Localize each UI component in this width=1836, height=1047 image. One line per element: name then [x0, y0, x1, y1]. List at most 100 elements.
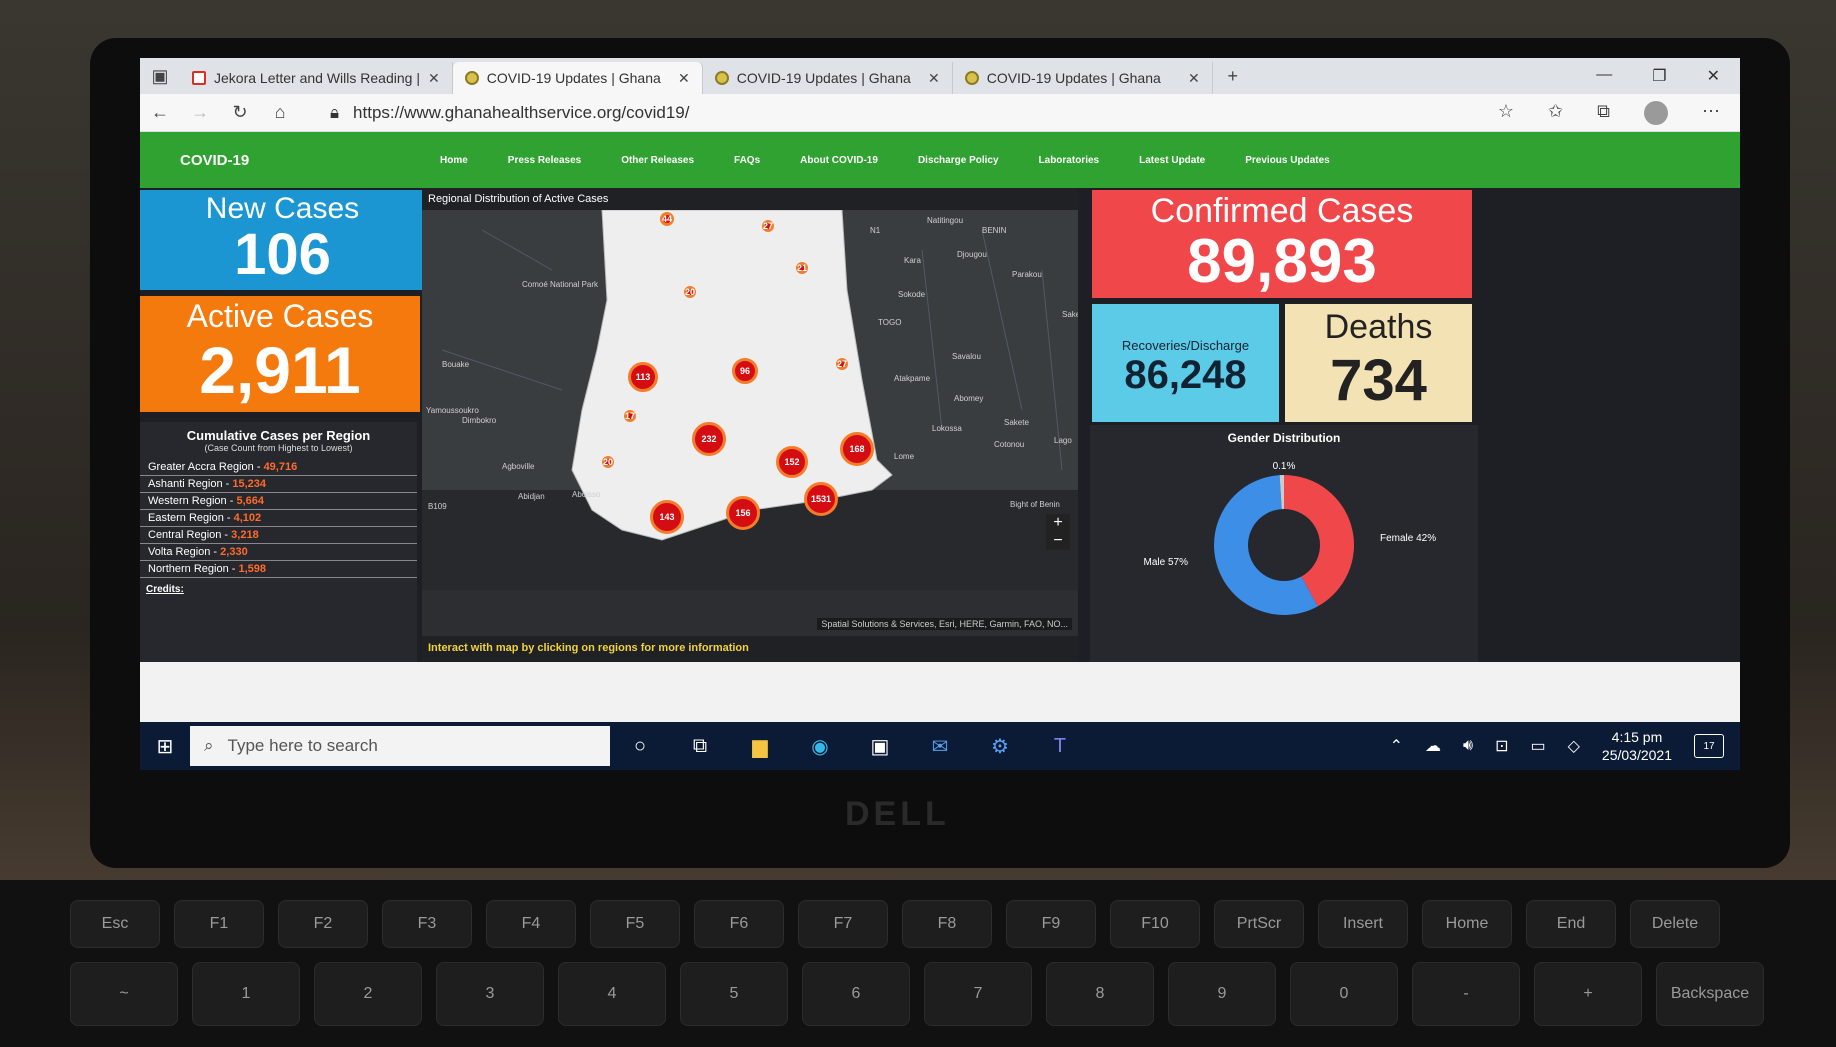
active-cases-tile: Active Cases 2,911 [140, 296, 420, 412]
notifications-icon[interactable]: 17 [1694, 734, 1724, 758]
mail-icon[interactable]: ✉ [910, 734, 970, 759]
region-row[interactable]: Eastern Region - 4,102 [140, 510, 417, 527]
tab-3[interactable]: COVID-19 Updates | Ghana ✕ [953, 62, 1213, 94]
close-icon[interactable]: ✕ [678, 70, 690, 87]
add-favorite-icon[interactable]: ☆ [1498, 101, 1514, 125]
close-icon[interactable]: ✕ [428, 70, 440, 87]
url-field[interactable]: 🔒︎ https://www.ghanahealthservice.org/co… [330, 103, 1370, 123]
collections-icon[interactable]: ⧉ [1597, 101, 1610, 125]
settings-app-icon[interactable]: ⚙ [970, 734, 1030, 759]
close-icon[interactable]: ✕ [1188, 70, 1200, 87]
nav-links: Home Press Releases Other Releases FAQs Abou… [440, 155, 1330, 166]
close-icon[interactable]: ✕ [928, 70, 940, 87]
case-cluster[interactable]: 232 [692, 422, 726, 456]
case-cluster[interactable]: 143 [650, 500, 684, 534]
case-cluster[interactable]: 156 [726, 496, 760, 530]
new-cases-tile: New Cases 106 [140, 190, 425, 290]
map-place-label: Agboville [502, 462, 535, 471]
forward-icon[interactable]: → [180, 102, 220, 123]
edge-icon[interactable]: ◉ [790, 734, 850, 759]
case-cluster[interactable]: 113 [628, 362, 658, 392]
nav-link[interactable]: Latest Update [1139, 155, 1205, 166]
minimize-icon[interactable]: — [1596, 66, 1612, 86]
case-cluster[interactable]: 27 [762, 220, 774, 232]
windows-start-icon[interactable]: ⊞ [140, 734, 190, 759]
case-cluster[interactable]: 20 [602, 456, 614, 468]
volume-icon[interactable]: 🔊︎ [1463, 737, 1473, 755]
region-row[interactable]: Greater Accra Region - 49,716 [140, 459, 417, 476]
ghs-icon [714, 71, 729, 85]
map-place-label: B109 [428, 502, 447, 511]
taskbar-search[interactable]: ⌕ Type here to search [190, 726, 610, 766]
region-row[interactable]: Volta Region - 2,330 [140, 544, 417, 561]
restore-icon[interactable]: ❐ [1652, 66, 1666, 86]
clock-date: 25/03/2021 [1601, 747, 1672, 763]
zoom-in-icon[interactable]: + [1046, 514, 1070, 532]
store-icon[interactable]: ▣ [850, 734, 910, 759]
region-row[interactable]: Western Region - 5,664 [140, 493, 417, 510]
keyboard-key: F9 [1006, 900, 1096, 948]
chevron-up-icon[interactable]: ⌃ [1390, 736, 1403, 756]
teams-icon[interactable]: T [1030, 735, 1090, 758]
new-tab-icon[interactable]: + [1213, 66, 1253, 87]
nav-link[interactable]: About COVID-19 [800, 155, 878, 166]
nav-link[interactable]: Discharge Policy [918, 155, 999, 166]
keyboard: Esc F1 F2 F3 F4 F5 F6 F7 F8 F9 F10 PrtScr Insert Home… [0, 880, 1836, 1047]
tab-0[interactable]: Jekora Letter and Wills Reading | ✕ [180, 62, 453, 94]
gender-donut-chart[interactable]: Female 42% Male 57% 0.1% [1090, 445, 1478, 645]
close-window-icon[interactable]: ✕ [1707, 66, 1720, 86]
keyboard-key: F6 [694, 900, 784, 948]
battery-icon[interactable]: ▭ [1530, 736, 1545, 756]
region-list[interactable]: Greater Accra Region - 49,716 Ashanti Reg… [140, 459, 417, 578]
tab-1[interactable]: COVID-19 Updates | Ghana ✕ [452, 62, 703, 94]
zoom-out-icon[interactable]: − [1046, 532, 1070, 550]
cloud-icon[interactable]: ☁ [1425, 736, 1441, 756]
deaths-label: Deaths [1324, 308, 1433, 346]
case-cluster[interactable]: 152 [776, 446, 808, 478]
cortana-icon[interactable]: ○ [610, 735, 670, 758]
nav-link[interactable]: Home [440, 155, 468, 166]
case-cluster[interactable]: 168 [840, 432, 874, 466]
case-cluster[interactable]: 96 [732, 358, 758, 384]
favorites-icon[interactable]: ✩ [1548, 101, 1563, 125]
tab-2[interactable]: COVID-19 Updates | Ghana ✕ [703, 62, 953, 94]
case-cluster[interactable]: 27 [836, 358, 848, 370]
case-cluster[interactable]: 20 [684, 286, 696, 298]
back-icon[interactable]: ← [140, 102, 180, 123]
ghana-map[interactable]: 44 27 21 20 113 96 27 17 232 152 168 20 1531 156 143 N… [422, 210, 1078, 590]
file-explorer-icon[interactable]: ▆ [730, 734, 790, 759]
region-row[interactable]: Northern Region - 1,598 [140, 561, 417, 578]
nav-link[interactable]: Other Releases [621, 155, 694, 166]
keyboard-key: F8 [902, 900, 992, 948]
nav-link[interactable]: Laboratories [1039, 155, 1100, 166]
nav-link[interactable]: Previous Updates [1245, 155, 1329, 166]
gender-panel: Gender Distribution Female 42% Male 57% 0.… [1090, 425, 1478, 662]
network-icon[interactable]: ⊡ [1495, 736, 1508, 756]
active-cases-value: 2,911 [199, 333, 361, 407]
case-cluster[interactable]: 21 [796, 262, 808, 274]
nav-link[interactable]: FAQs [734, 155, 760, 166]
nav-link[interactable]: Press Releases [508, 155, 581, 166]
map-place-label: Natitingou [927, 216, 964, 225]
tab-actions-icon[interactable]: ▣ [140, 66, 180, 87]
task-view-icon[interactable]: ⧉ [670, 735, 730, 758]
case-cluster[interactable]: 17 [624, 410, 636, 422]
region-row[interactable]: Ashanti Region - 15,234 [140, 476, 417, 493]
keyboard-key: F3 [382, 900, 472, 948]
gender-title: Gender Distribution [1227, 431, 1341, 445]
region-row[interactable]: Central Region - 3,218 [140, 527, 417, 544]
keyboard-key: 6 [802, 962, 910, 1026]
region-count: 1,598 [238, 563, 267, 575]
more-icon[interactable]: ⋯ [1702, 101, 1720, 125]
dropbox-icon[interactable]: ◇ [1568, 736, 1580, 756]
case-cluster[interactable]: 44 [660, 212, 674, 226]
credits-link[interactable]: Credits: [146, 584, 417, 595]
home-icon[interactable]: ⌂ [260, 102, 300, 123]
clock[interactable]: 4:15 pm 25/03/2021 [1602, 728, 1672, 764]
refresh-icon[interactable]: ↻ [220, 102, 260, 123]
site-brand[interactable]: COVID-19 [180, 152, 440, 169]
profile-avatar[interactable] [1644, 100, 1668, 125]
case-cluster[interactable]: 1531 [804, 482, 838, 516]
new-cases-value: 106 [234, 222, 331, 287]
keyboard-key: Backspace [1656, 962, 1764, 1026]
